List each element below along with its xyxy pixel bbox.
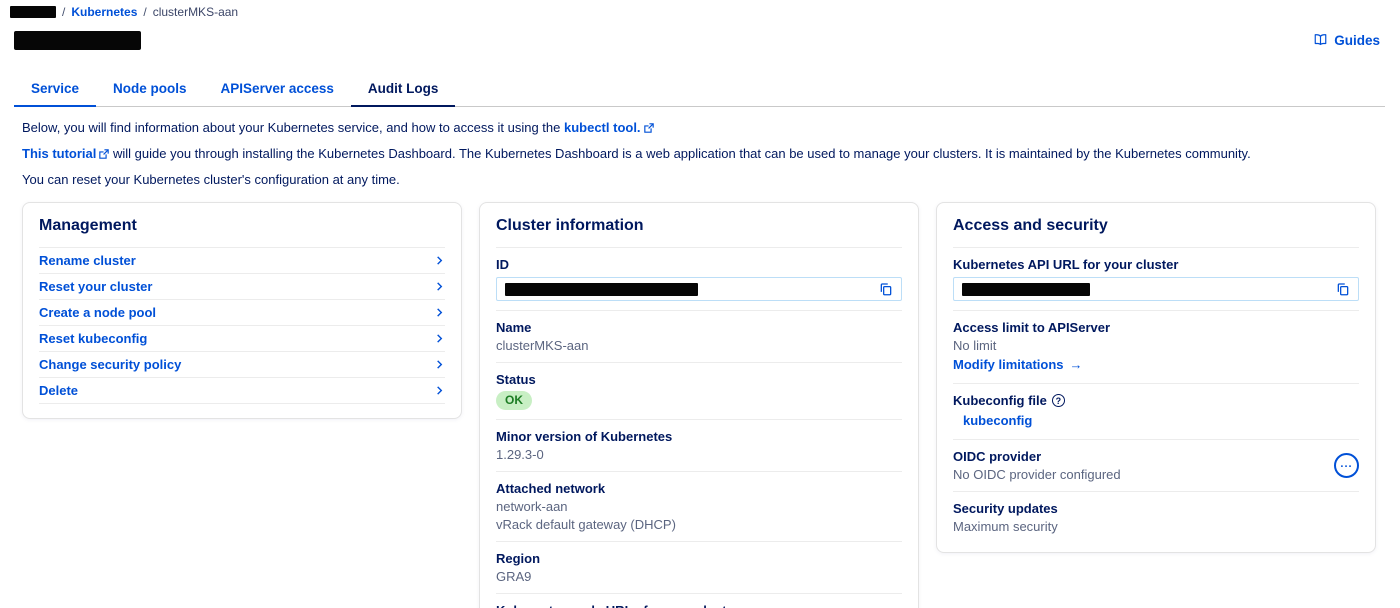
status-badge: OK <box>496 391 532 410</box>
cluster-id-label: ID <box>496 257 902 272</box>
attached-network-gateway: vRack default gateway (DHCP) <box>496 517 902 532</box>
guides-button[interactable]: Guides <box>1313 33 1380 48</box>
attached-network-label: Attached network <box>496 481 902 496</box>
field-security-updates: Security updates Maximum security <box>953 492 1359 538</box>
cluster-id-redacted-value <box>505 283 698 296</box>
cluster-name-label: Name <box>496 320 902 335</box>
management-card-title: Management <box>39 217 445 248</box>
field-cluster-id: ID <box>496 248 902 311</box>
field-node-urls: Kubernetes node URLs for your cluster <box>496 594 902 608</box>
management-item-change-security-policy[interactable]: Change security policy <box>39 352 445 378</box>
security-updates-value: Maximum security <box>953 519 1359 534</box>
region-label: Region <box>496 551 902 566</box>
copy-icon <box>879 282 893 297</box>
management-item-reset-kubeconfig[interactable]: Reset kubeconfig <box>39 326 445 352</box>
field-attached-network: Attached network network-aan vRack defau… <box>496 472 902 542</box>
management-list: Rename cluster Reset your cluster Create… <box>39 248 445 404</box>
breadcrumb-current: clusterMKS-aan <box>153 5 238 19</box>
ellipsis-icon: ... <box>1340 458 1352 470</box>
copy-api-url-button[interactable] <box>1336 282 1350 297</box>
field-minor-version: Minor version of Kubernetes 1.29.3-0 <box>496 420 902 472</box>
oidc-more-actions-button[interactable]: ... <box>1334 453 1359 478</box>
attached-network-name: network-aan <box>496 499 902 514</box>
api-url-label: Kubernetes API URL for your cluster <box>953 257 1359 272</box>
api-url-redacted-value <box>962 283 1090 296</box>
chevron-right-icon <box>434 333 445 344</box>
tutorial-link[interactable]: This tutorial <box>22 146 109 161</box>
chevron-right-icon <box>434 281 445 292</box>
page-header: Guides <box>0 29 1400 51</box>
field-cluster-status: Status OK <box>496 363 902 420</box>
chevron-right-icon <box>434 255 445 266</box>
management-card: Management Rename cluster Reset your clu… <box>22 202 462 419</box>
management-item-delete[interactable]: Delete <box>39 378 445 404</box>
intro-line-2: This tutorial will guide you through ins… <box>22 147 1400 161</box>
cluster-name-value: clusterMKS-aan <box>496 338 902 353</box>
field-oidc-provider: OIDC provider No OIDC provider configure… <box>953 440 1359 492</box>
access-security-card: Access and security Kubernetes API URL f… <box>936 202 1376 553</box>
breadcrumb-separator: / <box>62 5 65 19</box>
security-updates-label: Security updates <box>953 501 1359 516</box>
copy-cluster-id-button[interactable] <box>879 282 893 297</box>
breadcrumb-link-kubernetes[interactable]: Kubernetes <box>71 5 137 19</box>
page-title-redacted <box>14 31 141 50</box>
oidc-provider-value: No OIDC provider configured <box>953 467 1121 482</box>
external-link-icon <box>644 123 654 133</box>
arrow-right-icon: → <box>1070 357 1083 372</box>
management-item-rename-cluster[interactable]: Rename cluster <box>39 248 445 274</box>
api-url-field[interactable] <box>953 277 1359 301</box>
cluster-information-card: Cluster information ID Name clusterMKS-a… <box>479 202 919 608</box>
kubeconfig-file-label: Kubeconfig file ? <box>953 393 1359 408</box>
kubectl-tool-link[interactable]: kubectl tool. <box>564 120 654 135</box>
field-region: Region GRA9 <box>496 542 902 594</box>
intro-line-1: Below, you will find information about y… <box>22 121 1400 135</box>
tab-service[interactable]: Service <box>14 73 96 107</box>
chevron-right-icon <box>434 385 445 396</box>
access-limit-value: No limit <box>953 338 1359 353</box>
breadcrumb-separator: / <box>143 5 146 19</box>
cluster-information-card-title: Cluster information <box>496 217 902 248</box>
modify-limitations-link[interactable]: Modify limitations → <box>953 357 1083 372</box>
oidc-provider-label: OIDC provider <box>953 449 1121 464</box>
tab-node-pools[interactable]: Node pools <box>96 73 204 107</box>
tab-apiserver-access[interactable]: APIServer access <box>204 73 351 107</box>
intro-section: Below, you will find information about y… <box>22 121 1400 187</box>
minor-version-label: Minor version of Kubernetes <box>496 429 902 444</box>
kubeconfig-link[interactable]: kubeconfig <box>963 413 1032 428</box>
copy-icon <box>1336 282 1350 297</box>
book-icon <box>1313 33 1328 47</box>
tab-bar: Service Node pools APIServer access Audi… <box>14 73 1385 107</box>
region-value: GRA9 <box>496 569 902 584</box>
field-kubeconfig: Kubeconfig file ? kubeconfig <box>953 384 1359 440</box>
breadcrumb-redacted-segment <box>10 6 56 18</box>
cluster-status-label: Status <box>496 372 902 387</box>
intro-line-3: You can reset your Kubernetes cluster's … <box>22 173 1400 187</box>
field-access-limit: Access limit to APIServer No limit Modif… <box>953 311 1359 384</box>
cards-row: Management Rename cluster Reset your clu… <box>22 202 1378 608</box>
node-urls-label: Kubernetes node URLs for your cluster <box>496 603 902 608</box>
help-icon[interactable]: ? <box>1052 394 1065 407</box>
field-cluster-name: Name clusterMKS-aan <box>496 311 902 363</box>
guides-label: Guides <box>1334 33 1380 48</box>
management-item-create-node-pool[interactable]: Create a node pool <box>39 300 445 326</box>
field-api-url: Kubernetes API URL for your cluster <box>953 248 1359 311</box>
tab-audit-logs[interactable]: Audit Logs <box>351 73 456 107</box>
breadcrumb: / Kubernetes / clusterMKS-aan <box>0 0 1400 18</box>
external-link-icon <box>99 149 109 159</box>
cluster-id-field[interactable] <box>496 277 902 301</box>
minor-version-value: 1.29.3-0 <box>496 447 902 462</box>
access-security-card-title: Access and security <box>953 217 1359 248</box>
chevron-right-icon <box>434 359 445 370</box>
management-item-reset-cluster[interactable]: Reset your cluster <box>39 274 445 300</box>
access-limit-label: Access limit to APIServer <box>953 320 1359 335</box>
chevron-right-icon <box>434 307 445 318</box>
